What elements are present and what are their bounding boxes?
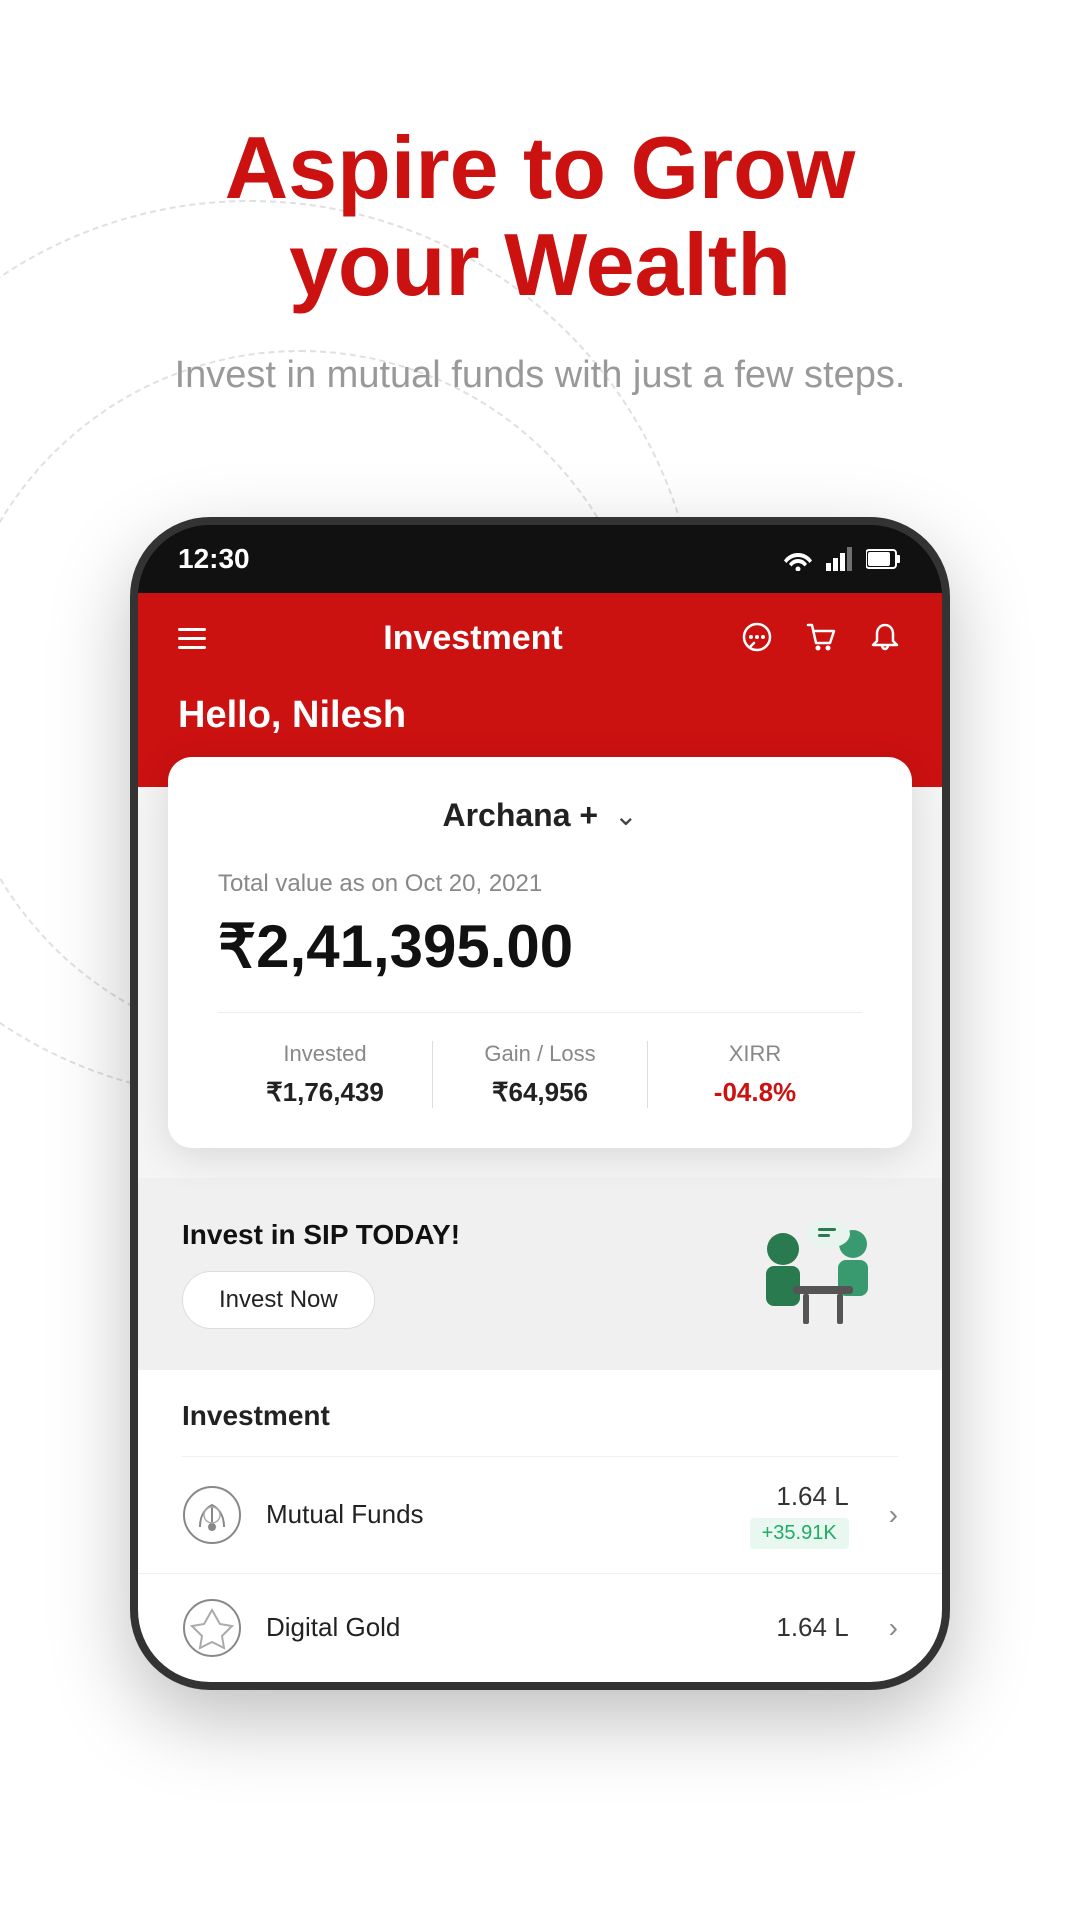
wifi-icon (782, 547, 814, 571)
hamburger-menu[interactable] (178, 628, 206, 649)
digital-gold-icon (182, 1598, 242, 1658)
invested-label: Invested (234, 1041, 416, 1067)
total-value: ₹2,41,395.00 (218, 912, 862, 982)
mutual-funds-gain: +35.91K (750, 1518, 849, 1549)
greeting-text: Hello, Nilesh (178, 694, 902, 737)
total-value-label: Total value as on Oct 20, 2021 (218, 870, 862, 898)
cart-icon[interactable] (804, 621, 838, 655)
sip-title: Invest in SIP TODAY! (182, 1219, 460, 1251)
chat-icon[interactable] (740, 621, 774, 655)
portfolio-card: Archana + ⌄ Total value as on Oct 20, 20… (168, 757, 912, 1148)
app-bar-title: Investment (236, 619, 710, 658)
digital-gold-value: 1.64 L (776, 1612, 848, 1643)
hero-section: Aspire to Grow your Wealth Invest in mut… (0, 0, 1080, 457)
gain-loss-stat: Gain / Loss ₹64,956 (432, 1041, 647, 1108)
hero-title: Aspire to Grow your Wealth (80, 120, 1000, 314)
xirr-label: XIRR (664, 1041, 846, 1067)
stats-row: Invested ₹1,76,439 Gain / Loss ₹64,956 X… (218, 1012, 862, 1108)
signal-icon (826, 547, 854, 571)
digital-gold-arrow[interactable]: › (889, 1612, 898, 1644)
account-name: Archana + (442, 797, 598, 834)
list-item[interactable]: Digital Gold 1.64 L › (138, 1573, 942, 1682)
phone-mockup: 12:30 (130, 517, 950, 1690)
sip-content-left: Invest in SIP TODAY! Invest Now (182, 1219, 460, 1329)
gain-loss-label: Gain / Loss (449, 1041, 631, 1067)
invested-value: ₹1,76,439 (234, 1077, 416, 1108)
sip-banner: Invest in SIP TODAY! Invest Now (138, 1178, 942, 1370)
investment-section: Investment Mutual Funds (138, 1370, 942, 1573)
app-bar: Investment (138, 593, 942, 684)
hero-subtitle: Invest in mutual funds with just a few s… (80, 354, 1000, 397)
mutual-funds-value: 1.64 L +35.91K (750, 1481, 849, 1549)
sip-illustration (738, 1214, 898, 1334)
battery-icon (866, 548, 902, 570)
invested-stat: Invested ₹1,76,439 (218, 1041, 432, 1108)
status-icons (782, 547, 902, 571)
card-header: Archana + ⌄ (218, 797, 862, 834)
mutual-funds-arrow[interactable]: › (889, 1499, 898, 1531)
digital-gold-name: Digital Gold (266, 1612, 752, 1643)
xirr-value: -04.8% (664, 1077, 846, 1108)
list-item[interactable]: Mutual Funds 1.64 L +35.91K › (182, 1456, 898, 1573)
status-time: 12:30 (178, 543, 250, 575)
invest-now-button[interactable]: Invest Now (182, 1271, 375, 1329)
mutual-funds-icon (182, 1485, 242, 1545)
bell-icon[interactable] (868, 621, 902, 655)
investment-section-title: Investment (182, 1400, 898, 1432)
phone-frame: 12:30 (130, 517, 950, 1690)
mutual-funds-amount: 1.64 L (750, 1481, 849, 1512)
digital-gold-amount: 1.64 L (776, 1612, 848, 1643)
gain-loss-value: ₹64,956 (449, 1077, 631, 1108)
chevron-down-icon[interactable]: ⌄ (614, 799, 637, 832)
mutual-funds-name: Mutual Funds (266, 1499, 726, 1530)
xirr-stat: XIRR -04.8% (647, 1041, 862, 1108)
status-bar: 12:30 (138, 525, 942, 593)
